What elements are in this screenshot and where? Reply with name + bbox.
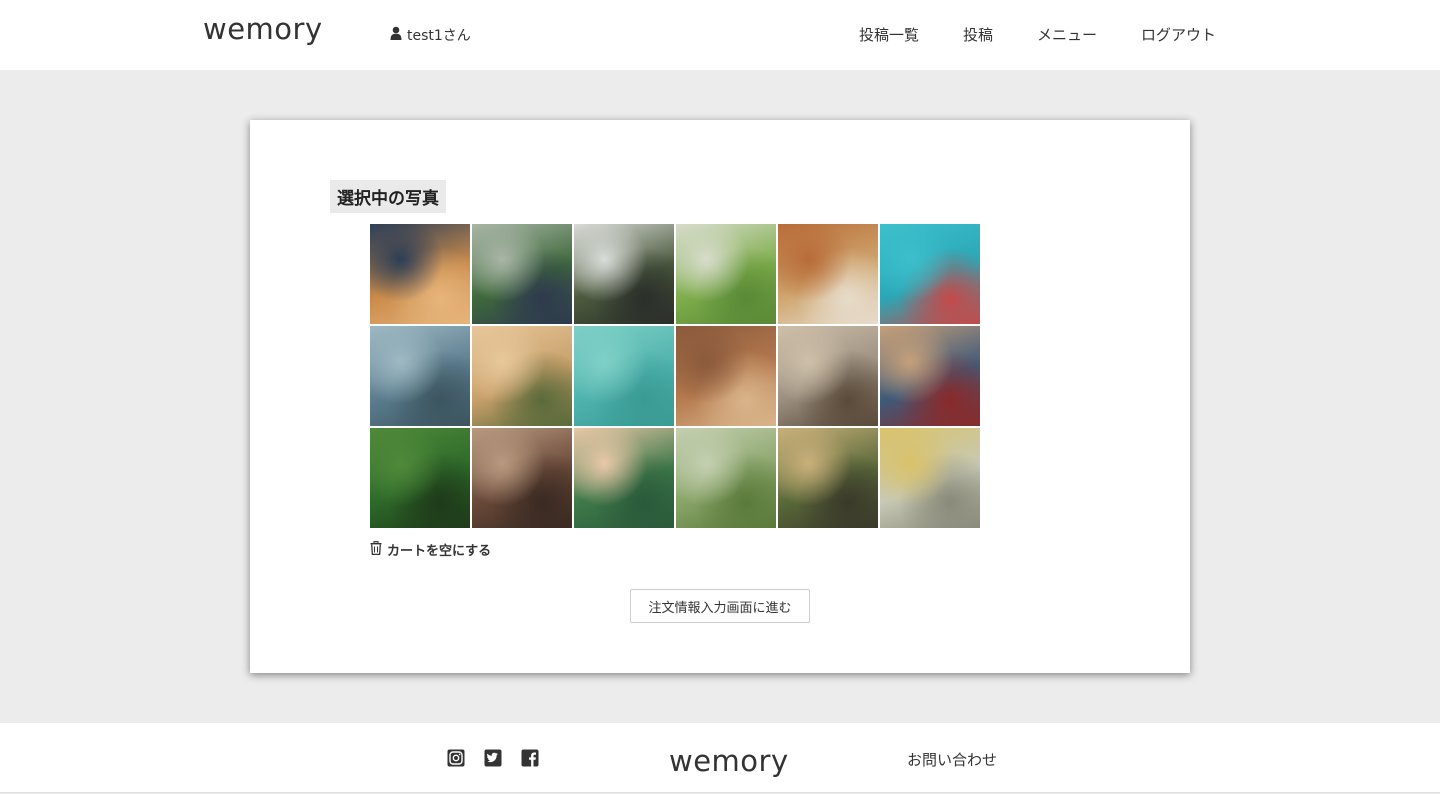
- trash-icon: [370, 540, 382, 559]
- facebook-icon[interactable]: [521, 749, 539, 767]
- nav-logout[interactable]: ログアウト: [1141, 24, 1216, 45]
- photo-thumbnail-father-and-child-sunset[interactable]: [472, 326, 572, 426]
- main-nav: 投稿一覧 投稿 メニュー ログアウト: [859, 24, 1216, 45]
- photo-thumbnail-child-face-paint[interactable]: [574, 428, 674, 528]
- cart-card: 選択中の写真 カートを空にする 注文情報入力画面に進む: [250, 120, 1190, 673]
- nav-menu[interactable]: メニュー: [1037, 24, 1097, 45]
- photo-thumbnail-elderly-couple-street[interactable]: [676, 326, 776, 426]
- photo-thumbnail-hot-air-balloons[interactable]: [880, 224, 980, 324]
- photo-thumbnail-boat-turquoise-water[interactable]: [574, 326, 674, 426]
- photo-thumbnail-smiling-elderly-couple[interactable]: [880, 326, 980, 426]
- social-links: [447, 749, 539, 767]
- instagram-icon[interactable]: [447, 749, 465, 767]
- photo-thumbnail-family-in-flower-field[interactable]: [778, 224, 878, 324]
- site-footer: wemory お問い合わせ: [0, 723, 1440, 793]
- site-header: wemory test1さん 投稿一覧 投稿 メニュー ログアウト: [0, 0, 1440, 70]
- section-title: 選択中の写真: [330, 180, 446, 213]
- twitter-icon[interactable]: [484, 749, 502, 767]
- site-logo[interactable]: wemory: [203, 12, 323, 46]
- photo-thumbnail-sky-clouds-sunset[interactable]: [370, 224, 470, 324]
- user-icon: [390, 26, 402, 44]
- photo-thumbnail-child-in-forest[interactable]: [370, 428, 470, 528]
- clear-cart-button[interactable]: カートを空にする: [370, 540, 491, 559]
- photo-thumbnail-kids-playing-park[interactable]: [676, 428, 776, 528]
- nav-post[interactable]: 投稿: [963, 24, 993, 45]
- photo-thumbnail-wedding-chairs-meadow[interactable]: [676, 224, 776, 324]
- clear-cart-label: カートを空にする: [387, 544, 492, 559]
- photo-thumbnail-bride-dancing-forest[interactable]: [574, 224, 674, 324]
- photo-thumbnail-mountain-lake-pier[interactable]: [370, 326, 470, 426]
- contact-link[interactable]: お問い合わせ: [907, 749, 997, 770]
- proceed-to-order-button[interactable]: 注文情報入力画面に進む: [630, 589, 810, 623]
- nav-post-list[interactable]: 投稿一覧: [859, 24, 919, 45]
- current-user: test1さん: [390, 25, 471, 45]
- photo-grid: [370, 224, 980, 528]
- photo-thumbnail-vintage-car-woman[interactable]: [880, 428, 980, 528]
- photo-thumbnail-girl-sunlit-field[interactable]: [778, 428, 878, 528]
- photo-thumbnail-two-children-hugging[interactable]: [472, 428, 572, 528]
- photo-thumbnail-elderly-couple-alley[interactable]: [778, 326, 878, 426]
- footer-logo[interactable]: wemory: [669, 744, 789, 778]
- user-name: test1さん: [407, 28, 471, 44]
- photo-thumbnail-couple-on-bench-greenery[interactable]: [472, 224, 572, 324]
